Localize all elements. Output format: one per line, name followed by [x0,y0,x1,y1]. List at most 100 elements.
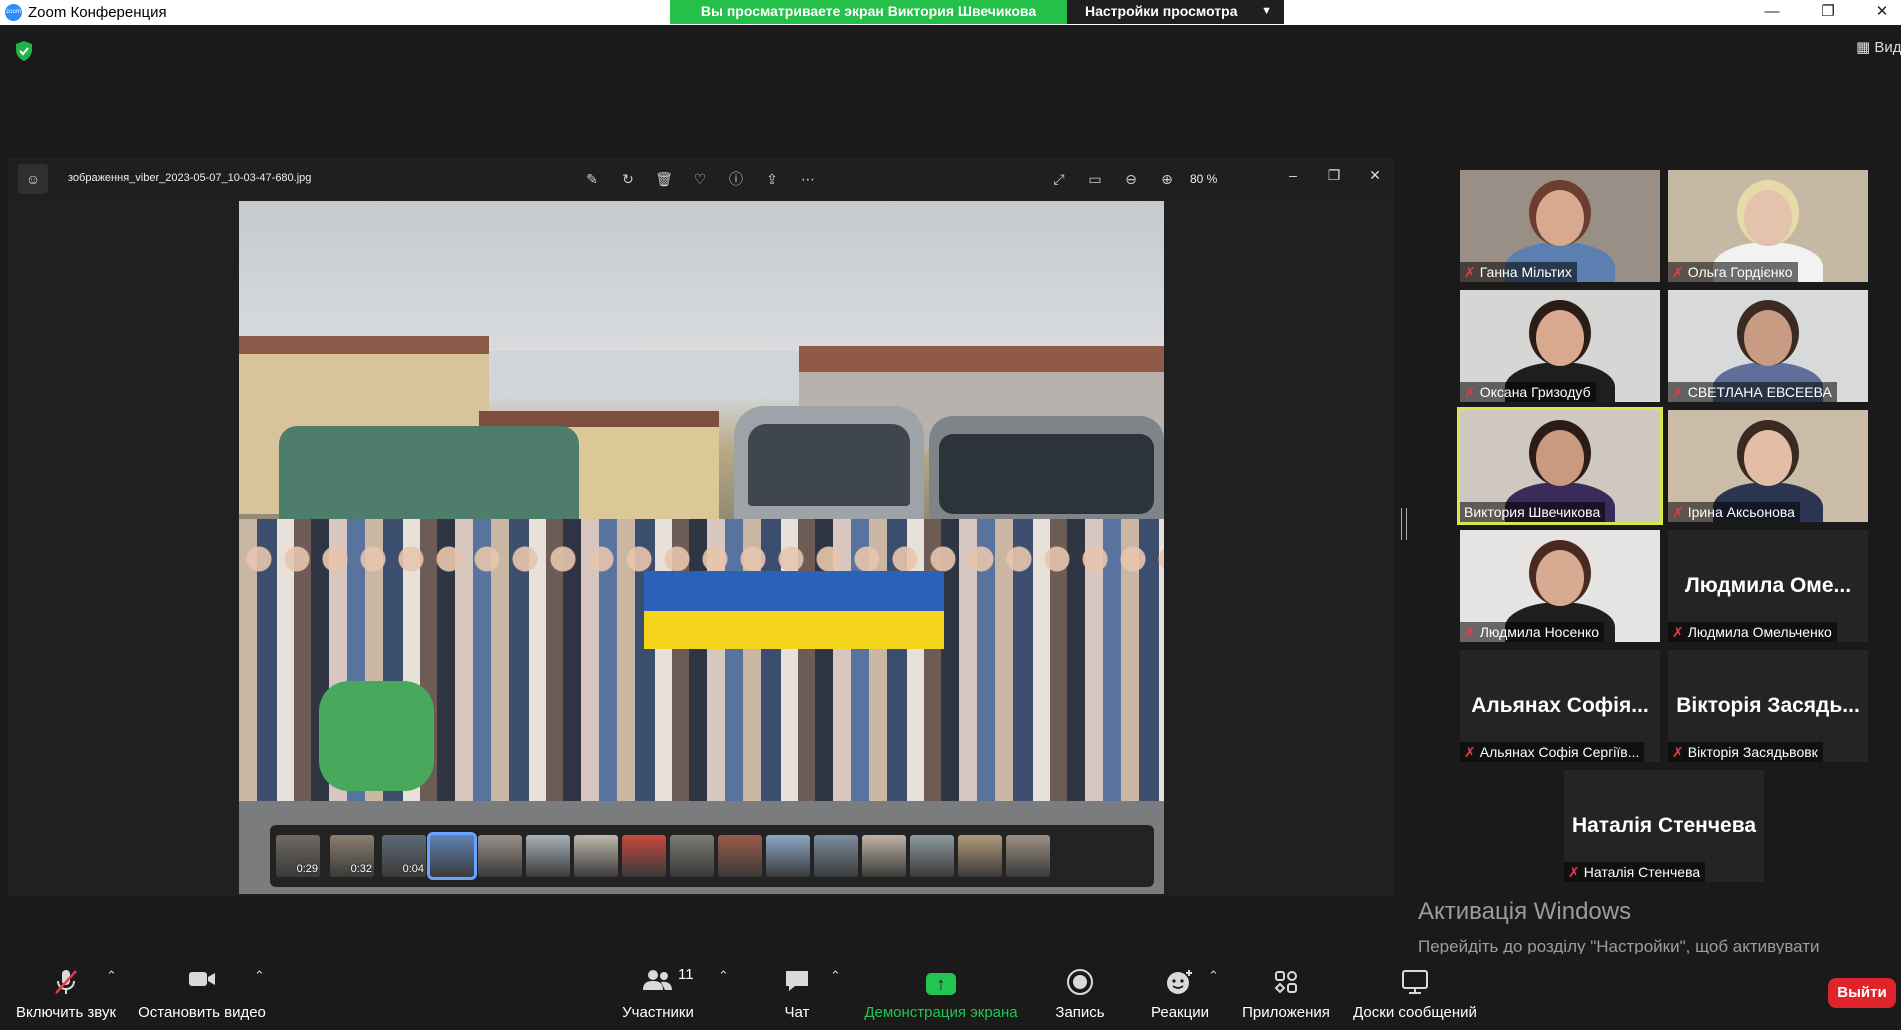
delete-icon[interactable]: 🗑 [653,168,675,190]
video-options-caret[interactable]: ⌃ [250,954,270,1030]
shared-screen-photo-viewer: ☺ зображення_viber_2023-05-07_10-03-47-6… [8,158,1394,896]
thumbnail[interactable] [622,835,666,877]
reactions-options-caret[interactable]: ⌃ [1204,954,1224,1030]
participant-name: Ірина Аксьонова [1687,504,1795,520]
participant-tile[interactable]: ✗ Ганна Мільтих [1460,170,1660,282]
view-button[interactable]: ▦ Вид [1856,38,1901,56]
muted-microphone-icon: ✗ [1464,624,1476,640]
ukrainian-flag-yellow [644,611,944,649]
share-screen-button[interactable]: ↑ Демонстрация экрана [858,954,1024,1030]
participant-tile[interactable]: Виктория Швечикова [1457,407,1663,525]
participant-tile[interactable]: ✗ СВЕТЛАНА ЕВСЕЕВА [1668,290,1868,402]
zoom-in-icon[interactable]: ⊕ [1156,168,1178,190]
participant-tile[interactable]: ✗ Людмила Носенко [1460,530,1660,642]
audio-options-caret[interactable]: ⌃ [102,954,122,1030]
thumbnail[interactable]: 0:29 [276,835,320,877]
ukrainian-flag-blue [644,571,944,611]
muted-microphone-icon: ✗ [1672,624,1684,640]
participant-face [1536,550,1584,606]
thumbnail[interactable] [766,835,810,877]
participant-tile[interactable]: Вікторія Засядь... ✗ Вікторія Засядьвовк [1668,650,1868,762]
restore-button[interactable]: ❐ [1808,2,1848,22]
chat-options-caret[interactable]: ⌃ [826,954,846,1030]
favorite-heart-icon[interactable]: ♡ [689,168,711,190]
thumbnail[interactable]: 0:32 [330,835,374,877]
thumbnail[interactable] [427,832,477,880]
actual-size-icon[interactable]: ▭ [1084,168,1106,190]
participant-name: Альянах Софія Сергіїв... [1479,744,1640,760]
chat-button[interactable]: Чат [762,954,832,1030]
participant-face [1536,310,1584,366]
thumbnail[interactable] [814,835,858,877]
stop-video-button[interactable]: Остановить видео [136,954,268,1030]
view-options-label: Настройки просмотра [1085,3,1238,19]
close-button[interactable]: ✕ [1862,2,1901,22]
fullscreen-icon[interactable]: ⤢ [1048,168,1070,190]
whiteboards-button[interactable]: Доски сообщений [1345,954,1485,1030]
participant-tile[interactable]: Альянах Софія... ✗ Альянах Софія Сергіїв..… [1460,650,1660,762]
more-options-icon[interactable]: ⋯ [797,168,819,190]
participant-name-bar: ✗ Ірина Аксьонова [1668,502,1800,522]
participant-display-name: Альянах Софія... [1471,694,1649,717]
thumbnail[interactable] [718,835,762,877]
participant-name-bar: ✗ СВЕТЛАНА ЕВСЕЕВА [1668,382,1837,402]
zoom-logo-icon: zoom [5,4,22,21]
edit-icon[interactable]: ✎ [581,168,603,190]
participant-tile[interactable]: ✗ Ірина Аксьонова [1668,410,1868,522]
viewer-minimize-icon[interactable]: – [1282,164,1304,186]
window-title-bar: zoom Zoom Конференция Вы просматриваете … [0,0,1901,25]
photo-sky [239,201,1164,351]
participants-button[interactable]: 11 Участники [612,954,704,1030]
participants-options-caret[interactable]: ⌃ [714,954,734,1030]
share-icon[interactable]: ⇪ [761,168,783,190]
record-button[interactable]: Запись [1040,954,1120,1030]
thumbnail[interactable] [1006,835,1050,877]
thumbnail[interactable] [478,835,522,877]
rotate-icon[interactable]: ↻ [617,168,639,190]
meeting-toolbar: Включить звук ⌃ Остановить видео ⌃ 11 Уч… [0,954,1901,1030]
group-photo [239,201,1164,894]
security-shield-icon[interactable] [14,40,34,62]
chevron-up-icon: ⌃ [1208,968,1219,983]
share-arrow-icon: ↑ [926,973,956,995]
share-screen-label: Демонстрация экрана [864,1004,1018,1021]
leave-meeting-button[interactable]: Выйти [1828,978,1896,1008]
participant-name: СВЕТЛАНА ЕВСЕЕВА [1687,384,1832,400]
viewer-toolbar: ☺ зображення_viber_2023-05-07_10-03-47-6… [8,158,1394,200]
stop-video-label: Остановить видео [138,1004,266,1021]
participant-face [1536,430,1584,486]
participant-tile[interactable]: Наталія Стенчева ✗ Наталія Стенчева [1564,770,1764,882]
whiteboard-icon [1345,968,1485,998]
photo-person-green [319,681,434,791]
resize-handle[interactable] [1401,508,1407,540]
grid-icon: ▦ [1856,39,1871,56]
participant-name: Ольга Гордієнко [1687,264,1793,280]
thumbnail[interactable] [862,835,906,877]
thumbnail[interactable]: 0:04 [382,835,426,877]
thumbnail-duration: 0:32 [350,863,372,875]
muted-microphone-icon: ✗ [1672,744,1684,760]
participants-count: 11 [678,966,694,983]
thumbnail[interactable] [958,835,1002,877]
muted-microphone-icon: ✗ [1464,264,1476,280]
record-icon [1040,968,1120,998]
zoom-out-icon[interactable]: ⊖ [1120,168,1142,190]
participants-label: Участники [622,1004,694,1021]
viewer-restore-icon[interactable]: ❐ [1323,164,1345,186]
participant-name: Людмила Носенко [1479,624,1600,640]
view-options-button[interactable]: Настройки просмотра ▼ [1067,0,1284,24]
thumbnail[interactable] [670,835,714,877]
thumbnail[interactable] [526,835,570,877]
participant-tile[interactable]: ✗ Ольга Гордієнко [1668,170,1868,282]
chevron-up-icon: ⌃ [106,968,117,983]
thumbnail-duration: 0:04 [402,863,424,875]
thumbnail[interactable] [574,835,618,877]
thumbnail[interactable] [910,835,954,877]
viewer-close-icon[interactable]: ✕ [1364,164,1386,186]
participant-tile[interactable]: ✗ Оксана Гризодуб [1460,290,1660,402]
bus-windshield [748,424,910,506]
apps-button[interactable]: Приложения [1236,954,1336,1030]
participant-tile[interactable]: Людмила Оме... ✗ Людмила Омельченко [1668,530,1868,642]
info-icon[interactable]: ⓘ [725,168,747,190]
minimize-button[interactable]: — [1752,2,1792,22]
